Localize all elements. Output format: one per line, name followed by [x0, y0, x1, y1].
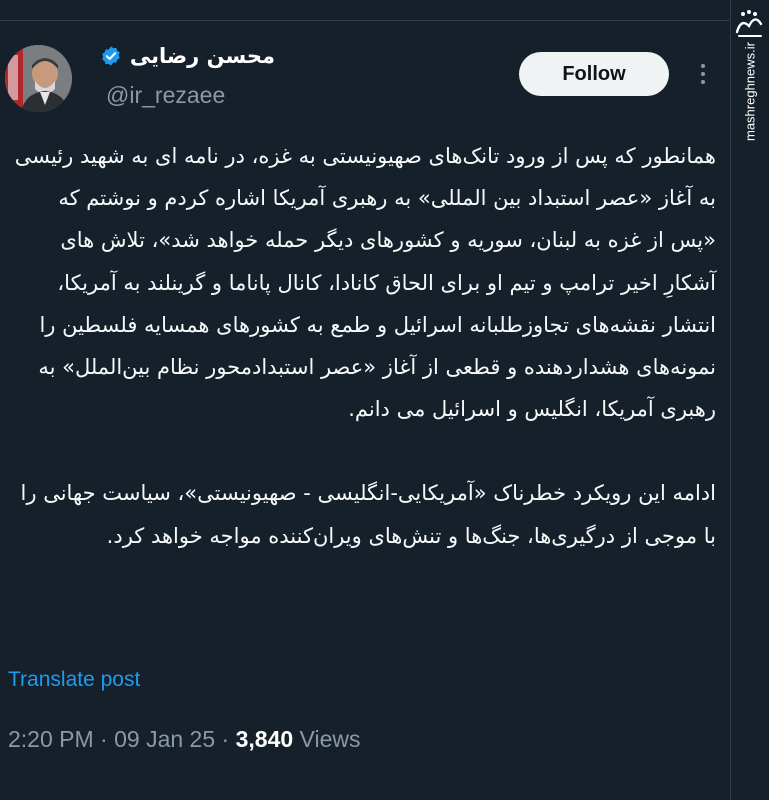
verified-badge-icon [102, 46, 120, 66]
author-avatar[interactable] [5, 45, 72, 112]
meta-separator: · [100, 726, 115, 752]
post-paragraph-2: ادامه این رویکرد خطرناک «آمریکایی-انگلیس… [20, 481, 716, 548]
top-divider [0, 20, 730, 21]
author-name[interactable]: محسن رضایی [130, 44, 275, 68]
meta-separator: · [221, 726, 236, 752]
translate-post-link[interactable]: Translate post [8, 668, 140, 692]
post-body: همانطور که پس از ورود تانک‌های صهیونیستی… [8, 135, 716, 557]
avatar-image [5, 45, 72, 112]
follow-button[interactable]: Follow [519, 52, 669, 96]
watermark-logo [735, 10, 763, 37]
author-name-row[interactable]: محسن رضایی [100, 44, 275, 68]
views-count: 3,840 [235, 726, 294, 752]
post-metadata: 2:20 PM · 09 Jan 25 · 3,840 Views [8, 726, 360, 753]
post-time[interactable]: 2:20 PM [8, 726, 94, 752]
post-date[interactable]: 09 Jan 25 [114, 726, 215, 752]
post-paragraph-1: همانطور که پس از ورود تانک‌های صهیونیستی… [14, 144, 716, 422]
views-label: Views [299, 726, 361, 752]
more-options-icon[interactable] [693, 60, 713, 90]
watermark-text: mashreghnews.ir [742, 42, 758, 142]
author-handle[interactable]: @ir_rezaee [106, 82, 225, 109]
